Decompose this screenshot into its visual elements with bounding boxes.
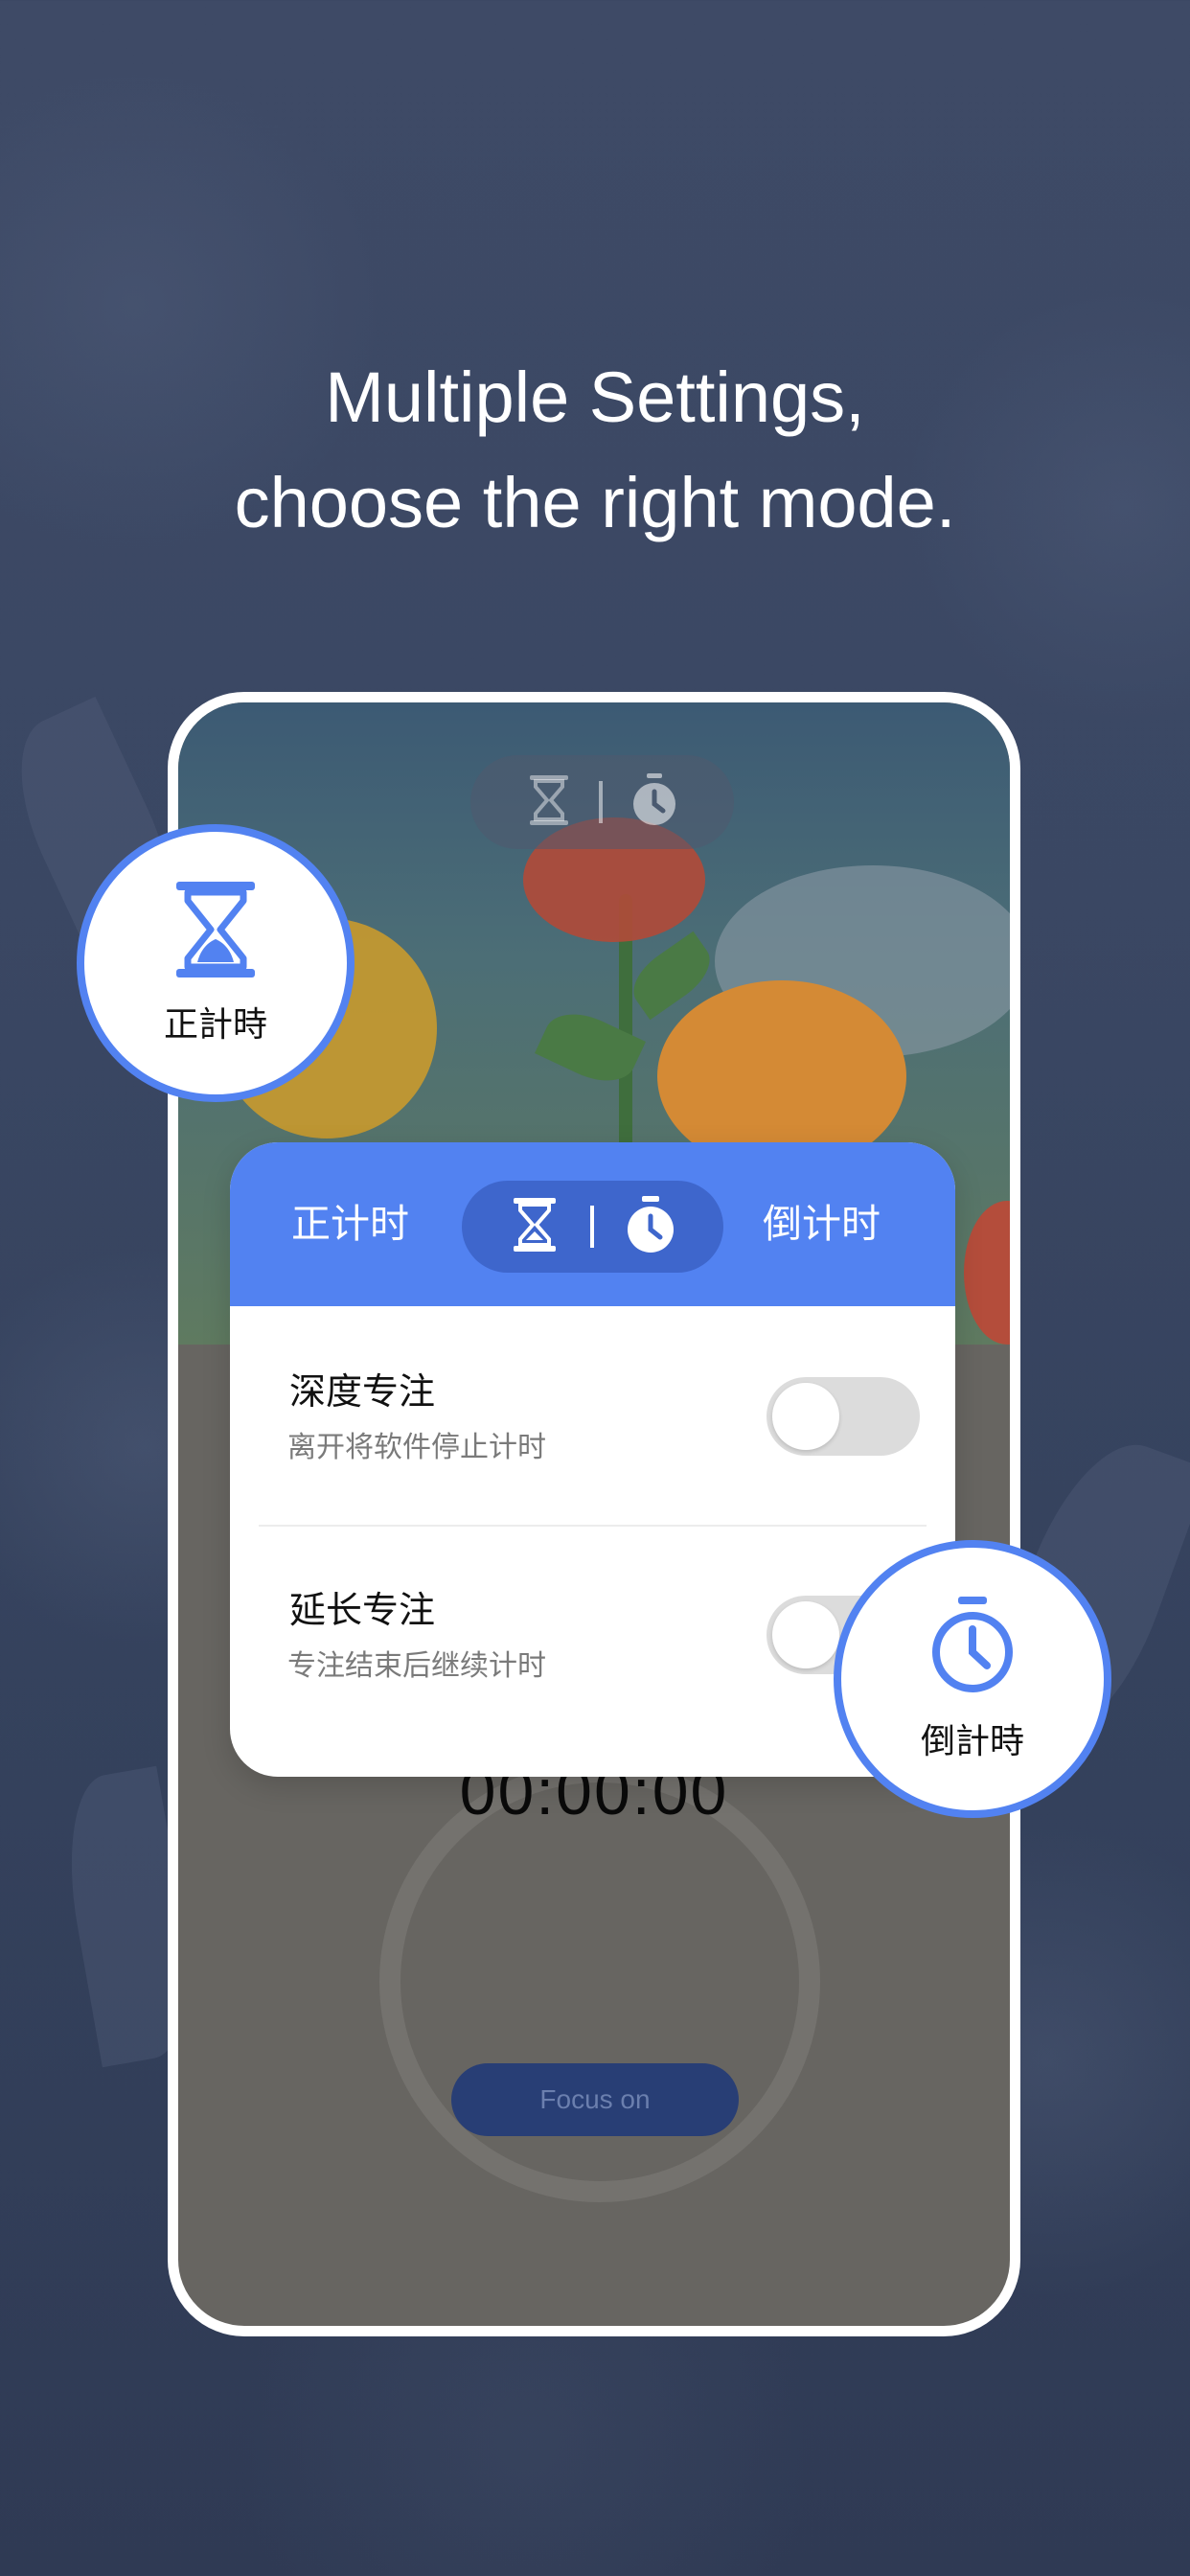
setting-subtitle: 离开将软件停止计时 <box>287 1431 546 1464</box>
tab-count-up[interactable]: 正计时 <box>291 1142 409 1306</box>
hourglass-icon[interactable] <box>510 1196 560 1257</box>
setting-title: 延长专注 <box>289 1589 436 1631</box>
promo-headline: Multiple Settings, choose the right mode… <box>0 345 1190 556</box>
deep-focus-toggle[interactable] <box>767 1377 920 1456</box>
count-down-label: 倒計時 <box>920 1722 1024 1761</box>
headline-line-2: choose the right mode. <box>234 463 956 542</box>
settings-header: 正计时 倒计时 <box>230 1142 955 1306</box>
mode-switch[interactable] <box>462 1181 723 1273</box>
setting-title: 深度专注 <box>289 1370 436 1413</box>
phone-mode-switch[interactable] <box>470 755 734 849</box>
count-up-badge: 正計時 <box>77 824 355 1102</box>
headline-line-1: Multiple Settings, <box>325 357 865 437</box>
hourglass-icon <box>526 773 572 831</box>
mode-separator <box>598 781 603 823</box>
tab-count-down[interactable]: 倒计时 <box>763 1142 881 1306</box>
count-down-badge: 倒計時 <box>834 1540 1111 1818</box>
toggle-knob <box>772 1601 839 1668</box>
count-up-label: 正計時 <box>163 1005 267 1045</box>
toggle-knob <box>772 1383 839 1450</box>
stopwatch-icon[interactable] <box>625 1195 676 1258</box>
hourglass-icon <box>172 880 259 983</box>
stopwatch-icon <box>629 772 679 832</box>
setting-row-deep-focus: 深度专注 离开将软件停止计时 <box>230 1306 955 1525</box>
setting-subtitle: 专注结束后继续计时 <box>287 1649 546 1683</box>
mode-separator <box>589 1206 594 1248</box>
flower-shape <box>964 1201 1010 1345</box>
focus-on-button[interactable]: Focus on <box>451 2063 739 2136</box>
stopwatch-icon <box>929 1595 1016 1700</box>
